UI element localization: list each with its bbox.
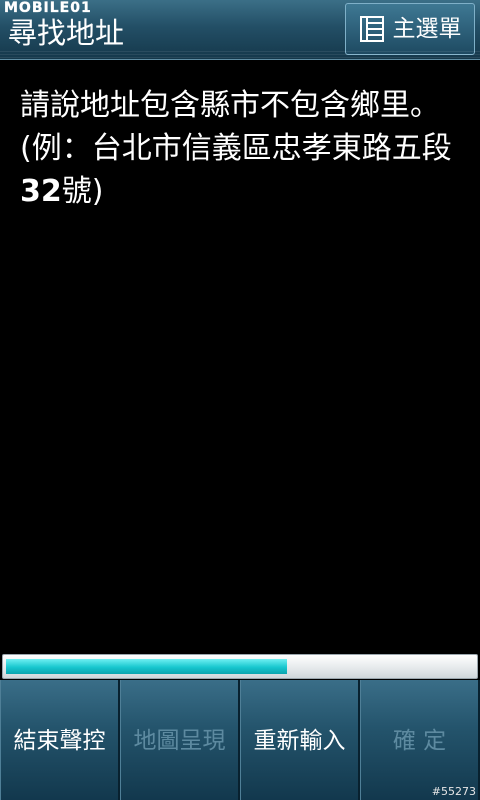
voice-level-bar — [2, 654, 478, 679]
prompt-example-number: 32 — [20, 174, 62, 209]
main-menu-button[interactable]: 主選單 — [345, 3, 475, 55]
prompt-suffix: 號) — [61, 174, 104, 209]
title-bar: MOBILE01 尋找地址 主選單 — [0, 0, 480, 60]
screen-title: 尋找地址 — [8, 16, 125, 50]
main-menu-label: 主選單 — [392, 16, 462, 42]
action-bar: 結束聲控 地圖呈現 重新輸入 確 定 — [0, 680, 480, 800]
list-menu-icon — [359, 16, 384, 42]
re-enter-button[interactable]: 重新輸入 — [240, 680, 360, 800]
voice-level-fill — [6, 659, 287, 674]
prompt-text: 請說地址包含縣市不包含鄉里。(例：台北市信義區忠孝東路五段 — [20, 88, 452, 166]
image-id-label: #55273 — [431, 785, 476, 798]
confirm-button[interactable]: 確 定 — [360, 680, 480, 800]
end-voice-control-button[interactable]: 結束聲控 — [0, 680, 120, 800]
site-watermark: MOBILE01 — [4, 0, 92, 16]
voice-prompt-text: 請說地址包含縣市不包含鄉里。(例：台北市信義區忠孝東路五段 32號) — [20, 84, 460, 213]
show-map-button[interactable]: 地圖呈現 — [120, 680, 240, 800]
